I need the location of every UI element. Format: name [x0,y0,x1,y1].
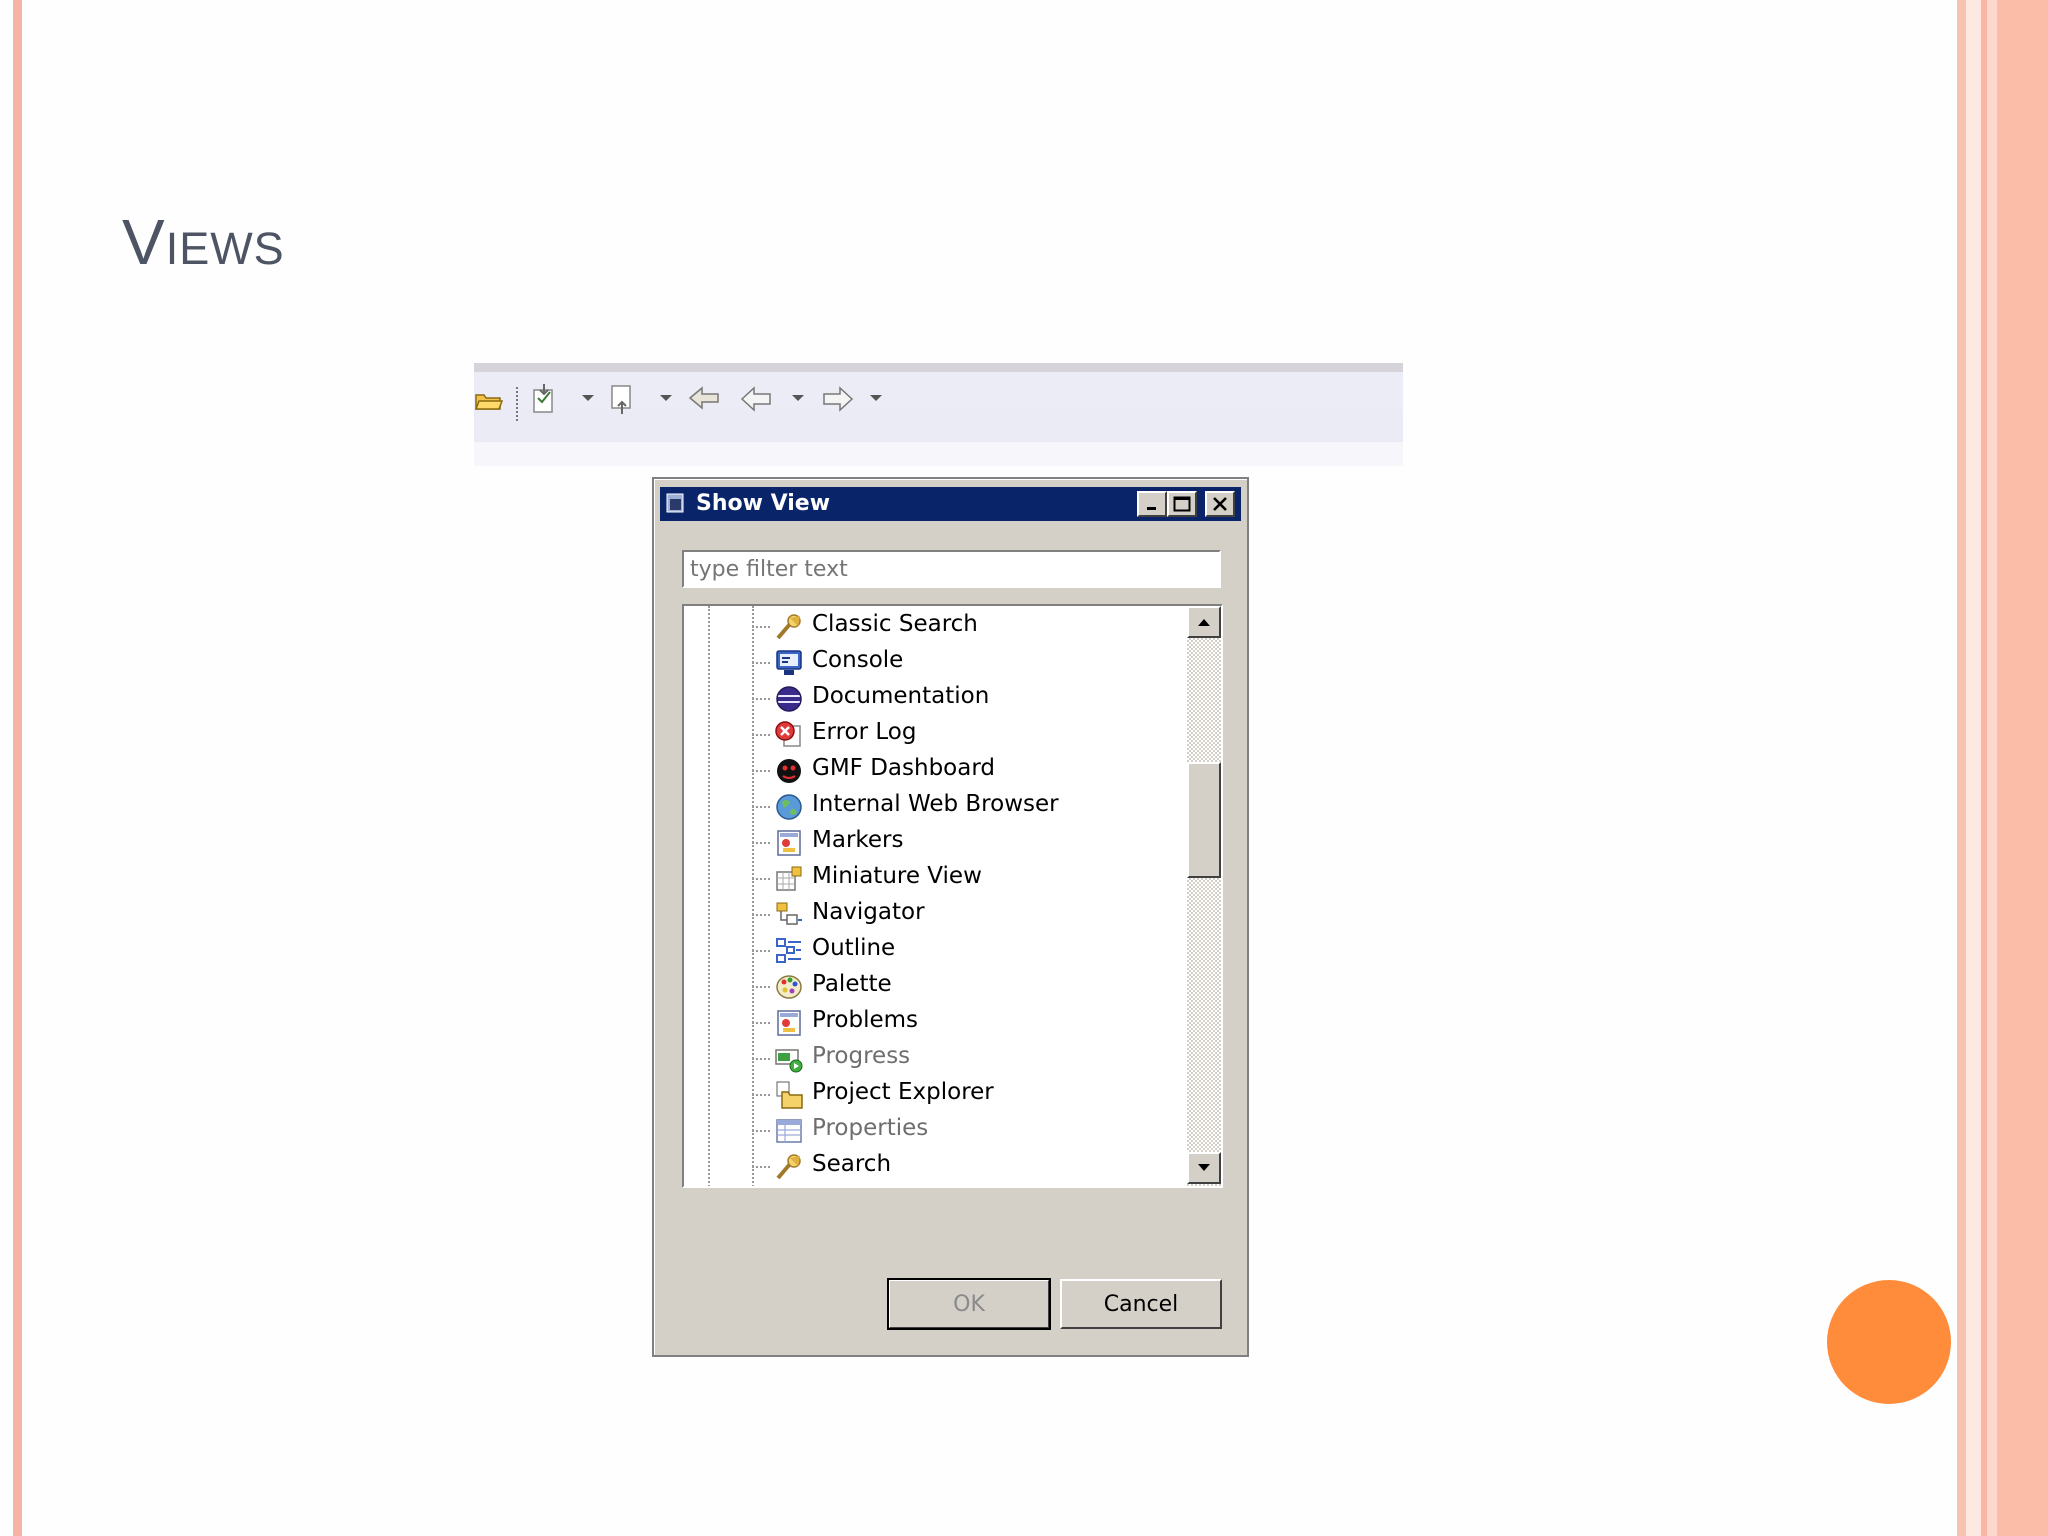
view-item-classic-search[interactable]: Classic Search [684,608,1184,644]
view-item-console[interactable]: Console [684,644,1184,680]
view-item-search[interactable]: Search [684,1148,1184,1184]
forward-arrow-icon[interactable] [820,385,854,413]
toolbar-top-line [474,363,1403,372]
filter-input[interactable] [682,550,1221,588]
show-view-dialog: Show View Classic Search Console Documen… [652,477,1249,1357]
open-folder-icon[interactable] [474,385,504,413]
view-item-project-explorer[interactable]: Project Explorer [684,1076,1184,1112]
view-item-error-log[interactable]: Error Log [684,716,1184,752]
dialog-title: Show View [696,491,831,516]
console-icon [774,648,804,678]
markers-icon [774,828,804,858]
view-item-documentation[interactable]: Documentation [684,680,1184,716]
back-arrow-icon[interactable] [740,385,774,413]
dialog-titlebar[interactable]: Show View [660,487,1241,521]
previous-annotation-dropdown-icon[interactable] [660,395,672,401]
navigator-icon [774,900,804,930]
search-icon [774,1152,804,1182]
outline-icon [774,936,804,966]
arrow-down-icon [1198,1164,1210,1171]
minimize-icon [1147,507,1156,510]
classic-search-icon [774,612,804,642]
close-icon [1213,497,1227,511]
project-explorer-icon [774,1080,804,1110]
slide-title: Views [122,206,285,278]
properties-icon [774,1116,804,1146]
orange-accent-dot [1827,1280,1951,1404]
view-item-gmf-dashboard[interactable]: GMF Dashboard [684,752,1184,788]
view-item-properties[interactable]: Properties [684,1112,1184,1148]
globe-icon [774,792,804,822]
last-edit-location-icon[interactable] [688,385,722,413]
view-item-miniature-view[interactable]: Miniature View [684,860,1184,896]
view-item-palette[interactable]: Palette [684,968,1184,1004]
forward-dropdown-icon[interactable] [870,395,882,401]
toolbar-separator [516,387,521,421]
slide-right-stripe [1957,0,1966,1536]
view-item-outline[interactable]: Outline [684,932,1184,968]
slide-right-stripe [1997,0,2048,1536]
back-dropdown-icon[interactable] [792,395,804,401]
problems-icon [774,1008,804,1038]
view-item-problems[interactable]: Problems [684,1004,1184,1040]
error-log-icon [774,720,804,750]
previous-annotation-icon[interactable] [608,385,638,414]
close-button[interactable] [1205,491,1235,517]
palette-icon [774,972,804,1002]
ok-button[interactable]: OK [887,1278,1051,1330]
miniature-view-icon [774,864,804,894]
next-annotation-icon[interactable] [530,384,560,413]
toolbar-bar-lower [474,410,1403,442]
vertical-scrollbar[interactable] [1187,606,1221,1186]
toolbar-bar-bottom [474,442,1403,466]
next-annotation-dropdown-icon[interactable] [582,395,594,401]
view-item-progress[interactable]: Progress [684,1040,1184,1076]
view-item-markers[interactable]: Markers [684,824,1184,860]
documentation-icon [774,684,804,714]
progress-icon [774,1044,804,1074]
arrow-up-icon [1198,619,1210,626]
scroll-down-button[interactable] [1187,1152,1221,1184]
scroll-up-button[interactable] [1187,606,1221,638]
view-tree[interactable]: Classic Search Console Documentation Err… [682,604,1223,1188]
view-item-navigator[interactable]: Navigator [684,896,1184,932]
maximize-button[interactable] [1167,491,1197,517]
minimize-button[interactable] [1137,491,1167,517]
gmf-dashboard-icon [774,756,804,786]
cancel-button[interactable]: Cancel [1060,1279,1222,1329]
slide-left-border [13,0,22,1536]
window-icon [666,493,684,513]
scrollbar-thumb[interactable] [1187,762,1221,878]
slide-right-stripe [1987,0,1997,1536]
maximize-icon [1173,496,1191,512]
view-item-internal-web-browser[interactable]: Internal Web Browser [684,788,1184,824]
slide-right-stripe [1966,0,1981,1536]
